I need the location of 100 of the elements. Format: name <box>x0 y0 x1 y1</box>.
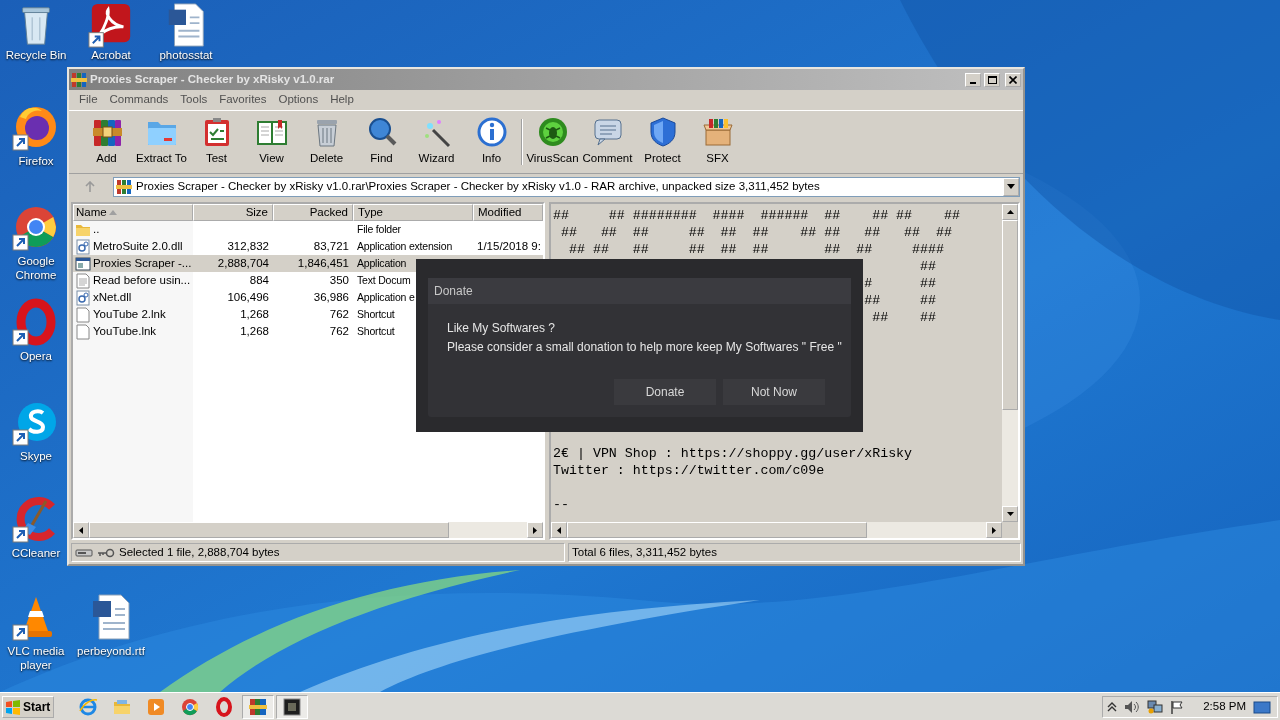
horizontal-scrollbar[interactable] <box>73 522 543 538</box>
ascii-art-line: ## ## <box>863 292 937 309</box>
status-text: Total 6 files, 3,311,452 bytes <box>572 544 717 560</box>
scrollbar-thumb[interactable] <box>567 522 867 538</box>
arrow-left-icon <box>557 526 561 534</box>
column-header[interactable]: Name <box>73 204 193 221</box>
path-field[interactable]: Proxies Scraper - Checker by xRisky v1.0.rar\Proxies Scraper - Checker by xRisky v1.0 - RAR archive, unpacked size 3,311,452 bytes <box>113 176 1020 197</box>
minimize-icon <box>970 81 976 84</box>
table-cell: 106,496 <box>227 290 269 303</box>
toolbar-button[interactable]: View <box>244 116 299 168</box>
desktop-icon-label[interactable]: Opera <box>20 349 52 363</box>
arrow-right-icon <box>992 526 996 534</box>
gear-file-icon <box>75 289 91 306</box>
arrow-up-icon <box>84 180 96 193</box>
ascii-art-line: ## ## <box>871 309 937 326</box>
close-button[interactable] <box>1005 72 1021 87</box>
dialog-button[interactable]: Not Now <box>723 379 825 405</box>
toolbar-button[interactable]: Add <box>79 116 134 168</box>
dialog-message: Please consider a small donation to help more keep My Softwares " Free " <box>446 339 843 356</box>
toolbar-button[interactable]: Test <box>189 116 244 168</box>
app-window-icon <box>75 255 91 272</box>
toolbar-button[interactable]: Comment <box>580 116 635 168</box>
scrollbar-thumb[interactable] <box>1002 220 1018 410</box>
desktop-icon-label[interactable]: Firefox <box>18 154 54 168</box>
show-desktop-icon[interactable] <box>1253 699 1271 714</box>
table-cell: 36,986 <box>313 290 349 303</box>
table-cell: Text Docum <box>357 273 411 286</box>
desktop-icon-label[interactable]: photosstat <box>159 49 213 61</box>
arrow-left-icon <box>79 526 83 534</box>
desktop-icon-label[interactable]: Skype <box>20 449 52 463</box>
scroll-left-button[interactable] <box>551 522 567 538</box>
minimize-button[interactable] <box>965 72 981 87</box>
arrow-up-icon <box>1006 210 1014 214</box>
box-icon <box>701 116 734 149</box>
dialog-button[interactable]: Donate <box>614 379 716 405</box>
file-name: Proxies Scraper -... <box>93 255 192 271</box>
chevron-up-icon[interactable] <box>1107 701 1118 712</box>
scroll-down-button[interactable] <box>1002 506 1018 522</box>
file-row[interactable]: MetroSuite 2.0.dll 312,832 83,721 Application extension 1/15/2018 9: <box>73 238 543 255</box>
app-window-icon <box>282 696 302 717</box>
desktop-icon-label[interactable]: perbeyond.rtf <box>77 644 145 658</box>
table-cell: 1,268 <box>240 324 269 337</box>
ascii-art-line: ## ## ######## #### ###### ## ## ## ## <box>553 207 961 224</box>
comment-line: -- <box>553 496 570 513</box>
table-cell: Application <box>357 256 407 269</box>
start-button[interactable]: Start <box>2 695 54 718</box>
desktop-icon-label[interactable]: Recycle Bin <box>5 49 67 61</box>
toolbar-button[interactable]: Info <box>464 116 519 168</box>
vertical-scrollbar[interactable] <box>1002 204 1018 522</box>
maximize-icon <box>987 75 997 84</box>
menu-item[interactable]: File <box>73 91 104 109</box>
desktop-icon-label[interactable]: VLC media player <box>5 644 67 672</box>
desktop-icon-label[interactable]: Google Chrome <box>5 254 67 282</box>
text-file-icon <box>75 272 91 289</box>
taskbar-button[interactable] <box>276 694 308 719</box>
menu-item[interactable]: Commands <box>103 91 175 109</box>
menu-item[interactable]: Favorites <box>213 91 273 109</box>
column-header[interactable]: Size <box>193 204 273 221</box>
toolbar-button[interactable]: Wizard <box>409 116 464 168</box>
close-icon <box>1009 75 1017 84</box>
table-cell: Shortcut <box>357 324 395 337</box>
scroll-right-button[interactable] <box>986 522 1002 538</box>
menu-item[interactable]: Options <box>272 91 325 109</box>
column-header[interactable]: Modified <box>473 204 543 221</box>
toolbar-button[interactable]: SFX <box>690 116 745 168</box>
column-header[interactable]: Packed <box>273 204 353 221</box>
network-icon[interactable] <box>1147 699 1164 714</box>
windows-flag-icon <box>5 698 21 715</box>
bug-icon <box>536 116 569 149</box>
column-header[interactable]: Type <box>353 204 473 221</box>
dropdown-button[interactable] <box>1003 177 1019 196</box>
play-icon <box>146 696 166 717</box>
file-row[interactable]: .. File folder <box>73 221 543 238</box>
desktop-icon-label[interactable]: CCleaner <box>11 546 61 560</box>
menu-item[interactable]: Tools <box>174 91 214 109</box>
table-cell: 884 <box>249 273 269 286</box>
toolbar-button[interactable]: Delete <box>299 116 354 168</box>
menu-item[interactable]: Help <box>324 91 360 109</box>
desktop-icon-label[interactable]: Acrobat <box>91 49 131 61</box>
horizontal-scrollbar[interactable] <box>551 522 1002 538</box>
scroll-right-button[interactable] <box>527 522 543 538</box>
drive-icon <box>75 547 93 558</box>
scrollbar-thumb[interactable] <box>89 522 449 538</box>
toolbar-button[interactable]: VirusScan <box>525 116 580 168</box>
maximize-button[interactable] <box>984 72 1000 87</box>
window-title: Proxies Scraper - Checker by xRisky v1.0.rar <box>90 71 336 87</box>
toolbar-button[interactable]: Find <box>354 116 409 168</box>
scroll-left-button[interactable] <box>73 522 89 538</box>
file-name: YouTube 2.lnk <box>93 306 166 322</box>
table-cell: 1,268 <box>240 307 269 320</box>
scroll-up-button[interactable] <box>1002 204 1018 220</box>
blank-file-icon <box>75 323 91 340</box>
speaker-icon[interactable] <box>1124 699 1141 714</box>
gear-file-icon <box>75 238 91 255</box>
arrow-down-icon <box>1006 512 1014 516</box>
archive-icon <box>248 696 268 717</box>
ascii-art-line: ## ## ## ## ## ## ## ## ## ## ## <box>559 224 953 241</box>
toolbar-button[interactable]: Extract To <box>134 116 189 168</box>
flag-icon[interactable] <box>1170 699 1185 714</box>
toolbar-button[interactable]: Protect <box>635 116 690 168</box>
